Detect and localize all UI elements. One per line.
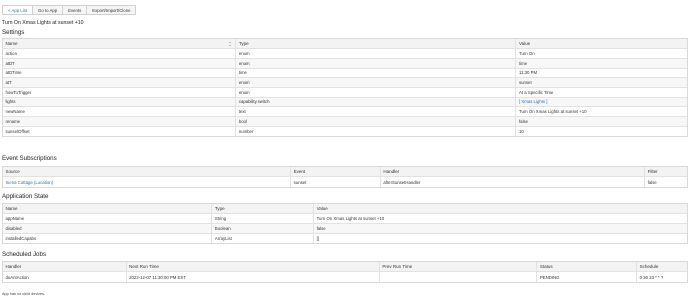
settings-col-type[interactable]: Type — [236, 39, 517, 49]
event-handler: afterSunsetHandler — [381, 177, 646, 187]
setting-type: number — [236, 126, 517, 137]
setting-value: Turn On — [518, 51, 535, 57]
job-status: PENDING — [537, 272, 638, 282]
setting-name: atDTime — [3, 68, 237, 78]
table-row: action enum Turn On — [3, 49, 687, 59]
setting-type: enum — [236, 58, 517, 68]
table-row: appName String Turn On Xmas Lights at su… — [3, 214, 687, 224]
state-name: disabled — [3, 223, 213, 233]
setting-value: 11:30 PM — [518, 70, 538, 76]
jobs-header-row: Handler Next Run Time Prev Run Time Stat… — [3, 262, 687, 273]
setting-name: howToTrigger — [3, 87, 237, 97]
setting-name: action — [3, 49, 237, 58]
setting-value: 10 — [518, 129, 524, 135]
events-col-filter[interactable]: Filter — [645, 167, 687, 176]
table-row: howToTrigger enum At a Specific Time — [3, 87, 687, 98]
scheduled-jobs-table: Handler Next Run Time Prev Run Time Stat… — [2, 261, 688, 283]
events-col-handler[interactable]: Handler — [381, 167, 646, 177]
go-to-app-button[interactable]: Go to App — [33, 5, 64, 15]
events-button[interactable]: Events — [63, 5, 88, 15]
setting-value: time — [518, 60, 528, 66]
jobs-col-next-run[interactable]: Next Run Time — [127, 262, 380, 272]
job-schedule: 0 30 23 * * ? — [639, 274, 664, 280]
jobs-col-status[interactable]: Status — [537, 262, 638, 272]
setting-value: false — [518, 118, 529, 124]
sort-icon[interactable] — [229, 41, 232, 46]
state-value: [] — [316, 235, 319, 241]
setting-name: rename — [3, 117, 237, 126]
settings-header-row: Name Type Value — [3, 39, 687, 50]
state-type: Boolean — [212, 223, 315, 233]
table-row: disabled Boolean false — [3, 223, 687, 234]
export-import-clone-button[interactable]: Export/Import/Clone — [87, 5, 137, 15]
setting-name: atDT — [3, 58, 237, 68]
jobs-col-prev-run[interactable]: Prev Run Time — [380, 262, 538, 272]
child-devices-note: App has no child devices. — [2, 292, 46, 296]
events-col-event[interactable]: Event — [291, 167, 381, 177]
event-subscriptions-title: Event Subscriptions — [2, 155, 57, 162]
table-row: rename bool false — [3, 117, 687, 127]
state-col-type[interactable]: Type — [212, 204, 315, 214]
scheduled-jobs-title: Scheduled Jobs — [2, 251, 47, 258]
setting-type: enum — [236, 49, 517, 58]
table-row: Siena Cottage (Location) sunset afterSun… — [3, 177, 687, 187]
setting-type: bool — [236, 117, 517, 126]
state-header-row: Name Type Value — [3, 204, 687, 215]
events-col-source[interactable]: Source — [3, 167, 292, 177]
events-header-row: Source Event Handler Filter — [3, 167, 687, 178]
event-name: sunset — [291, 177, 381, 187]
job-handler: doAntAction — [3, 272, 127, 282]
app-list-button[interactable]: < App List — [2, 5, 33, 15]
jobs-col-handler[interactable]: Handler — [3, 262, 127, 272]
table-row: atT enum sunset — [3, 78, 687, 88]
table-row: installedCapabs ArrayList [] — [3, 233, 687, 244]
settings-col-name[interactable]: Name — [3, 39, 237, 49]
job-prev-run — [380, 272, 538, 282]
settings-table: Name Type Value action enum Turn On atDT… — [2, 38, 688, 138]
jobs-col-schedule[interactable]: Schedule — [637, 262, 687, 271]
setting-type: time — [236, 68, 517, 78]
state-type: String — [212, 214, 315, 223]
setting-type: enum — [236, 78, 517, 87]
event-subscriptions-table: Source Event Handler Filter Siena Cottag… — [2, 166, 688, 188]
state-col-name[interactable]: Name — [3, 204, 213, 214]
application-state-table: Name Type Value appName String Turn On X… — [2, 203, 688, 245]
state-value: false — [316, 225, 326, 231]
event-source-link[interactable]: Siena Cottage (Location) — [3, 177, 292, 187]
state-type: ArrayList — [212, 233, 315, 244]
setting-name: lights — [3, 97, 237, 107]
settings-section-title: Settings — [2, 29, 25, 36]
table-row: sunsetOffset number 10 — [3, 126, 687, 137]
table-row: newName text Turn On Xmas Lights at suns… — [3, 107, 687, 117]
setting-type: capability.switch — [236, 97, 517, 107]
setting-name: atT — [3, 78, 237, 87]
job-next-run: 2023-12-07 11:30:00 PM EST — [127, 272, 380, 282]
table-row: doAntAction 2023-12-07 11:30:00 PM EST P… — [3, 272, 687, 282]
event-filter: false — [647, 179, 657, 185]
table-row: atDT enum time — [3, 58, 687, 69]
application-state-title: Application State — [2, 193, 49, 200]
setting-value: sunset — [518, 80, 532, 86]
state-col-value[interactable]: Value — [314, 204, 687, 213]
setting-value: At a Specific Time — [518, 89, 554, 95]
setting-name: newName — [3, 107, 237, 116]
table-row: lights capability.switch [ Xmas Lights ] — [3, 97, 687, 108]
page-title: Turn On Xmas Lights at sunset +10 — [2, 20, 84, 26]
state-value: Turn On Xmas Lights at sunset +10 — [316, 216, 385, 222]
setting-type: enum — [236, 87, 517, 97]
app-toolbar: < App List Go to App Events Export/Impor… — [2, 5, 137, 15]
setting-type: text — [236, 107, 517, 116]
state-name: appName — [3, 214, 213, 223]
lights-device-link[interactable]: [ Xmas Lights ] — [516, 98, 687, 107]
state-name: installedCapabs — [3, 233, 213, 244]
setting-name: sunsetOffset — [3, 126, 237, 137]
table-row: atDTime time 11:30 PM — [3, 68, 687, 79]
setting-value: Turn On Xmas Lights at sunset +10 — [518, 109, 587, 115]
settings-col-value[interactable]: Value — [516, 39, 687, 48]
